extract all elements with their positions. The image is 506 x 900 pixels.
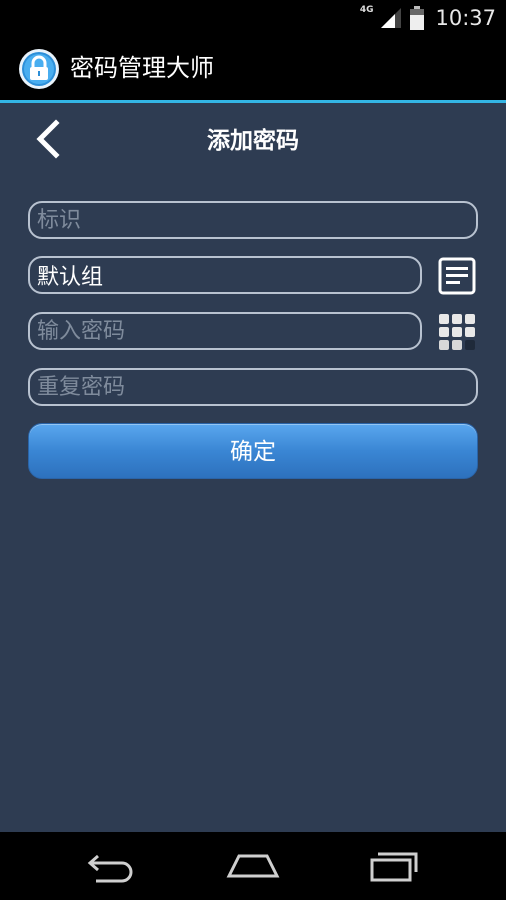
status-icons: 4G 10:37 (360, 0, 496, 36)
signal-icon (381, 8, 402, 28)
back-arrow-icon[interactable] (82, 846, 142, 886)
repeat-password-input[interactable] (28, 368, 478, 406)
page-title: 添加密码 (207, 128, 299, 154)
padlock-icon[interactable] (18, 48, 60, 90)
battery-icon (410, 6, 425, 30)
status-bar: 4G 10:37 (0, 0, 506, 36)
app-title: 密码管理大师 (70, 54, 214, 82)
keypad-icon[interactable] (438, 313, 478, 353)
navigation-bar (0, 832, 506, 900)
recent-apps-icon[interactable] (364, 846, 424, 886)
group-field[interactable] (28, 256, 422, 294)
confirm-button[interactable]: 确定 (28, 423, 478, 479)
home-icon[interactable] (223, 846, 283, 886)
label-input[interactable] (28, 201, 478, 239)
password-input[interactable] (28, 312, 422, 350)
action-bar: 密码管理大师 (0, 36, 506, 103)
list-icon[interactable] (438, 257, 476, 295)
clock: 10:37 (435, 6, 496, 30)
network-type: 4G (359, 5, 374, 15)
add-password-screen: 添加密码 确定 (0, 103, 506, 832)
